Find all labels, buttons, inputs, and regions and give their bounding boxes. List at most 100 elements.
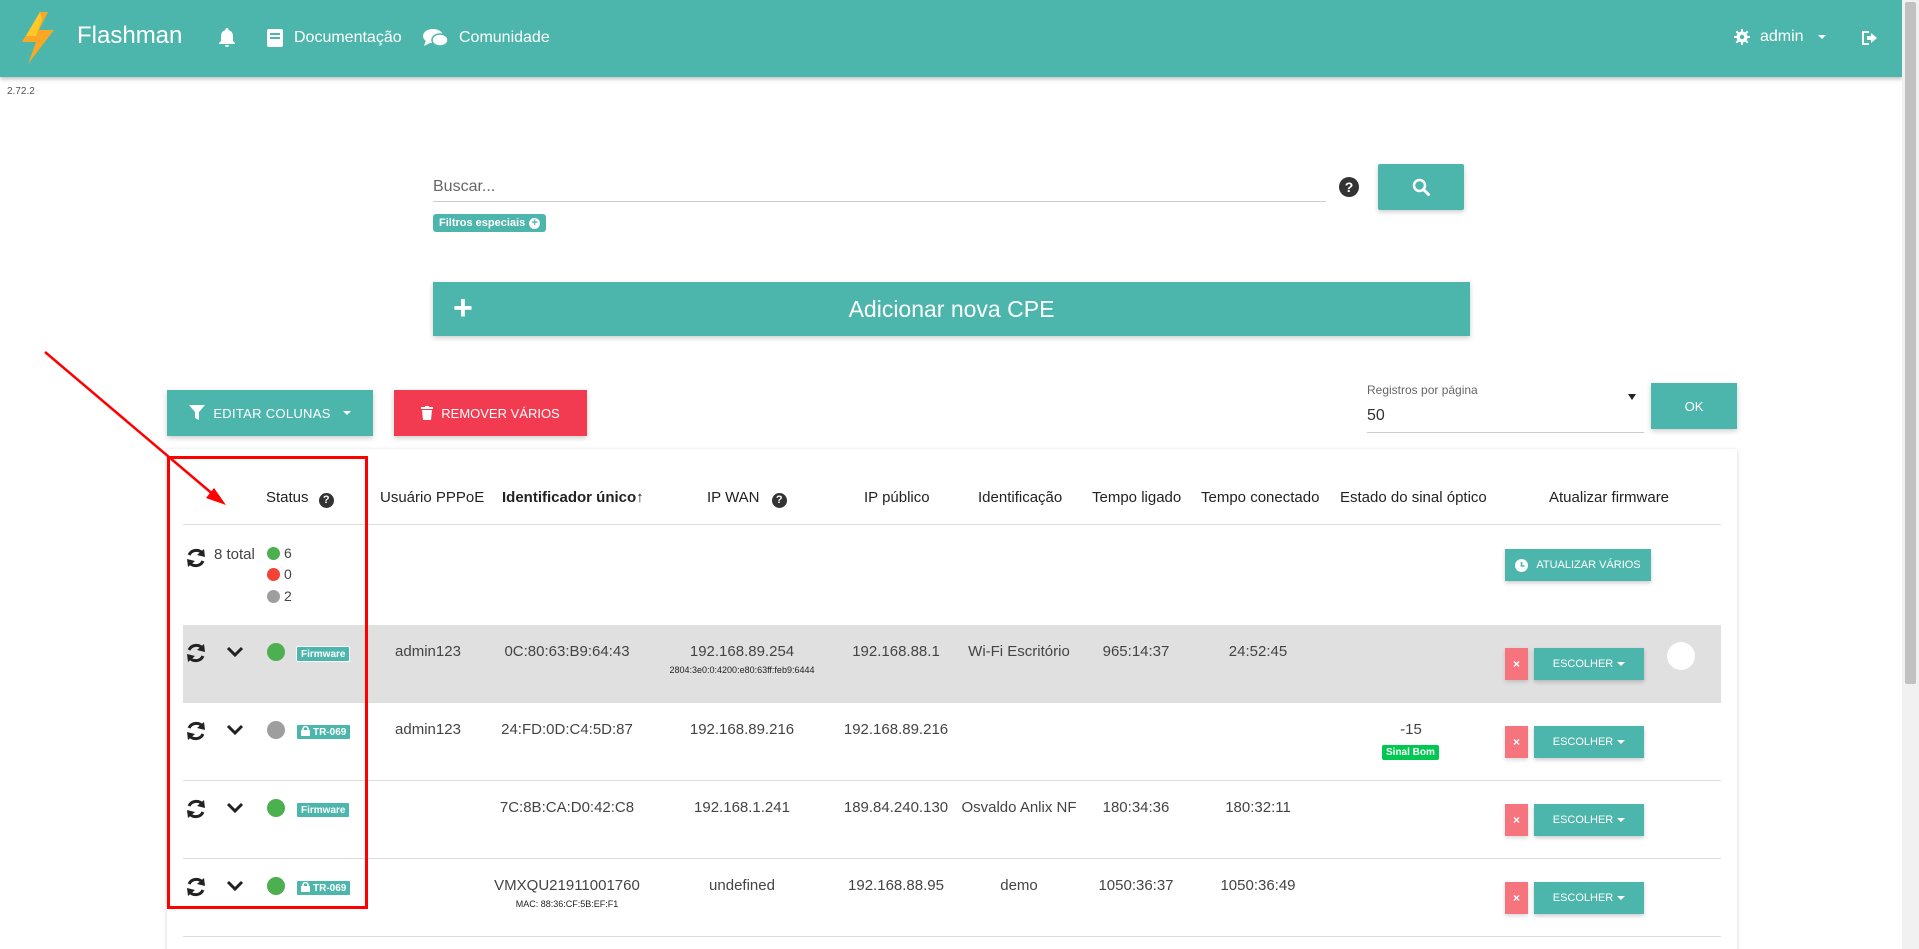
summary-unknown: 2 xyxy=(267,588,292,604)
lightning-logo-icon[interactable] xyxy=(18,12,58,64)
cell-ip-wan: 192.168.1.241 xyxy=(694,799,790,816)
cell-uptime: 965:14:37 xyxy=(1102,643,1170,660)
refresh-icon[interactable] xyxy=(185,798,207,820)
table-row[interactable] xyxy=(183,703,1721,781)
chevron-down-icon[interactable] xyxy=(226,879,244,892)
per-page-ok-button[interactable]: OK xyxy=(1651,383,1737,429)
header-connected-time[interactable]: Tempo conectado xyxy=(1201,489,1319,506)
table-row[interactable] xyxy=(183,625,1721,703)
remove-many-label: REMOVER VÁRIOS xyxy=(441,405,560,421)
summary-total: 8 total xyxy=(214,546,255,563)
device-type-tag: TR-069 xyxy=(296,724,352,740)
online-dot-icon xyxy=(267,546,280,560)
remove-device-button[interactable]: × xyxy=(1505,882,1528,914)
update-many-button[interactable]: ATUALIZAR VÁRIOS xyxy=(1505,549,1651,581)
special-filters-button[interactable]: Filtros especiais + xyxy=(433,214,547,232)
refresh-icon[interactable] xyxy=(185,642,207,664)
cell-optical-signal: -15 xyxy=(1400,721,1422,738)
chevron-down-icon[interactable] xyxy=(226,723,244,736)
unknown-dot-icon xyxy=(267,589,280,603)
status-dot-icon xyxy=(267,643,285,661)
lock-icon xyxy=(301,725,310,739)
cell-unique-id-sub: MAC: 88:36:CF:5B:EF:F1 xyxy=(515,899,619,909)
summary-online: 6 xyxy=(267,545,292,561)
chevron-down-icon[interactable] xyxy=(1628,394,1636,400)
header-unique-id[interactable]: Identificador único↑ xyxy=(502,489,644,506)
cell-connected-time: 1050:36:49 xyxy=(1220,877,1296,894)
header-identification[interactable]: Identificação xyxy=(978,489,1062,506)
device-type-tag: Firmware xyxy=(296,646,351,662)
cell-ip-public: 192.168.88.1 xyxy=(852,643,940,660)
cell-pppoe: admin123 xyxy=(395,721,461,738)
header-uptime[interactable]: Tempo ligado xyxy=(1092,489,1181,506)
table-row[interactable] xyxy=(183,781,1721,859)
cell-ip-wan: 192.168.89.216 xyxy=(689,721,795,738)
row-select-toggle[interactable] xyxy=(1667,642,1695,670)
edit-columns-label: EDITAR COLUNAS xyxy=(213,405,331,421)
search-help-icon[interactable]: ? xyxy=(1339,177,1359,197)
remove-device-button[interactable]: × xyxy=(1505,726,1528,758)
cell-ip-public: 192.168.89.216 xyxy=(843,721,949,738)
brand-name[interactable]: Flashman xyxy=(77,22,182,50)
chevron-down-icon xyxy=(1617,740,1626,744)
chevron-down-icon[interactable] xyxy=(226,801,244,814)
refresh-icon[interactable] xyxy=(185,876,207,898)
choose-firmware-button[interactable]: ESCOLHER xyxy=(1534,726,1644,758)
header-ip-wan[interactable]: IP WAN ? xyxy=(707,489,787,508)
refresh-all-icon[interactable] xyxy=(185,547,207,569)
user-menu-label: admin xyxy=(1760,28,1804,45)
table-row[interactable] xyxy=(183,859,1721,937)
remove-device-button[interactable]: × xyxy=(1505,804,1528,836)
top-navbar: Flashman Documentação Comunidade admin xyxy=(0,0,1902,77)
update-many-label: ATUALIZAR VÁRIOS xyxy=(1536,559,1641,571)
device-type-tag: TR-069 xyxy=(296,880,352,896)
help-icon[interactable]: ? xyxy=(318,493,334,508)
summary-online-count: 6 xyxy=(284,545,292,561)
chevron-down-icon xyxy=(1617,896,1626,900)
user-menu[interactable]: admin xyxy=(1734,28,1826,46)
per-page-select[interactable]: 50 xyxy=(1367,403,1644,433)
summary-offline: 0 xyxy=(267,566,292,582)
edit-columns-button[interactable]: EDITAR COLUNAS xyxy=(167,390,373,436)
chevron-down-icon[interactable] xyxy=(226,645,244,658)
choose-firmware-label: ESCOLHER xyxy=(1552,892,1614,904)
chevron-down-icon xyxy=(342,411,351,415)
header-optical-signal[interactable]: Estado do sinal óptico xyxy=(1340,489,1487,506)
status-dot-icon xyxy=(267,877,285,895)
cell-unique-id: 24:FD:0D:C4:5D:87 xyxy=(501,721,633,738)
nav-community[interactable]: Comunidade xyxy=(423,28,550,48)
cell-pppoe: admin123 xyxy=(395,643,461,660)
help-icon[interactable]: ? xyxy=(771,493,787,508)
choose-firmware-button[interactable]: ESCOLHER xyxy=(1534,804,1644,836)
add-cpe-button[interactable]: + Adicionar nova CPE xyxy=(433,282,1470,336)
search-input[interactable] xyxy=(433,172,1326,202)
clock-icon xyxy=(1515,558,1529,572)
choose-firmware-label: ESCOLHER xyxy=(1552,736,1614,748)
summary-unknown-count: 2 xyxy=(284,588,292,604)
device-type-label: Firmware xyxy=(301,804,346,816)
logout-icon[interactable] xyxy=(1860,28,1880,48)
bell-icon[interactable] xyxy=(215,26,239,50)
device-type-tag: Firmware xyxy=(296,802,351,818)
scrollbar-thumb[interactable] xyxy=(1905,2,1916,684)
cell-uptime: 1050:36:37 xyxy=(1098,877,1174,894)
book-icon xyxy=(267,29,283,47)
header-ip-public[interactable]: IP público xyxy=(864,489,930,506)
choose-firmware-button[interactable]: ESCOLHER xyxy=(1534,882,1644,914)
nav-documentation[interactable]: Documentação xyxy=(266,28,402,48)
choose-firmware-label: ESCOLHER xyxy=(1552,658,1614,670)
header-status[interactable]: Status ? xyxy=(266,489,334,508)
remove-device-button[interactable]: × xyxy=(1505,648,1528,680)
status-dot-icon xyxy=(267,799,285,817)
search-button[interactable] xyxy=(1378,164,1464,210)
cell-identification: Osvaldo Anlix NF xyxy=(961,799,1077,816)
cell-ip-wan: undefined xyxy=(709,877,775,894)
gear-icon xyxy=(1734,29,1750,45)
refresh-icon[interactable] xyxy=(185,720,207,742)
remove-many-button[interactable]: REMOVER VÁRIOS xyxy=(394,390,587,436)
cell-unique-id: VMXQU21911001760 xyxy=(494,877,640,894)
per-page-label: Registros por página xyxy=(1367,383,1478,397)
cell-identification: Wi-Fi Escritório xyxy=(968,643,1070,660)
header-pppoe[interactable]: Usuário PPPoE xyxy=(380,489,484,506)
choose-firmware-button[interactable]: ESCOLHER xyxy=(1534,648,1644,680)
